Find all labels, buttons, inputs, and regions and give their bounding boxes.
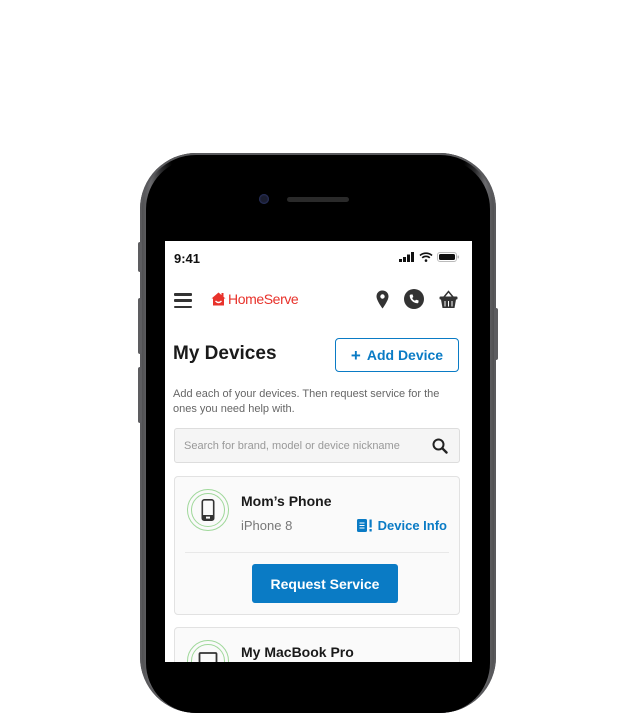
device-name: My MacBook Pro	[241, 644, 354, 660]
front-camera	[259, 194, 269, 204]
device-info-icon	[356, 519, 372, 532]
search-input[interactable]	[184, 429, 424, 462]
volume-up-button	[138, 298, 142, 354]
add-device-button[interactable]: + Add Device	[335, 338, 459, 372]
house-logo-icon	[211, 292, 226, 306]
basket-icon[interactable]	[439, 289, 458, 309]
app-screen: 9:41 HomeServe My Devices + Add Device A…	[165, 241, 472, 662]
request-service-button[interactable]: Request Service	[252, 564, 398, 603]
plus-icon: +	[350, 345, 361, 365]
volume-down-button	[138, 367, 142, 423]
search-icon[interactable]	[432, 438, 448, 454]
brand-name: HomeServe	[228, 291, 299, 307]
device-model: iPhone 8	[241, 518, 293, 533]
menu-icon[interactable]	[174, 293, 192, 308]
wifi-icon	[419, 252, 433, 262]
device-icon-ring	[187, 489, 229, 531]
status-time: 9:41	[174, 251, 201, 266]
smartphone-icon	[201, 499, 215, 521]
add-device-label: Add Device	[366, 347, 444, 363]
page-description: Add each of your devices. Then request s…	[173, 388, 440, 415]
device-card: My MacBook Pro	[174, 627, 460, 662]
page-title: My Devices	[173, 343, 277, 364]
device-info-link[interactable]: Device Info	[356, 518, 447, 533]
device-card: Mom’s Phone iPhone 8 Device Info Request…	[174, 476, 460, 615]
app-navbar: HomeServe	[165, 285, 472, 317]
battery-icon	[437, 252, 459, 262]
laptop-icon	[198, 652, 218, 662]
card-divider	[185, 552, 449, 553]
mute-switch	[138, 242, 142, 272]
power-button	[494, 308, 498, 360]
location-pin-icon[interactable]	[376, 290, 389, 309]
device-info-label: Device Info	[377, 518, 447, 533]
device-name: Mom’s Phone	[241, 493, 332, 509]
device-search	[174, 428, 460, 463]
phone-icon[interactable]	[404, 289, 424, 309]
status-bar: 9:41	[165, 241, 472, 275]
device-icon-ring	[187, 640, 229, 662]
earpiece-speaker	[287, 197, 349, 202]
cellular-signal-icon	[399, 252, 414, 262]
homeserve-logo[interactable]: HomeServe	[211, 291, 299, 307]
